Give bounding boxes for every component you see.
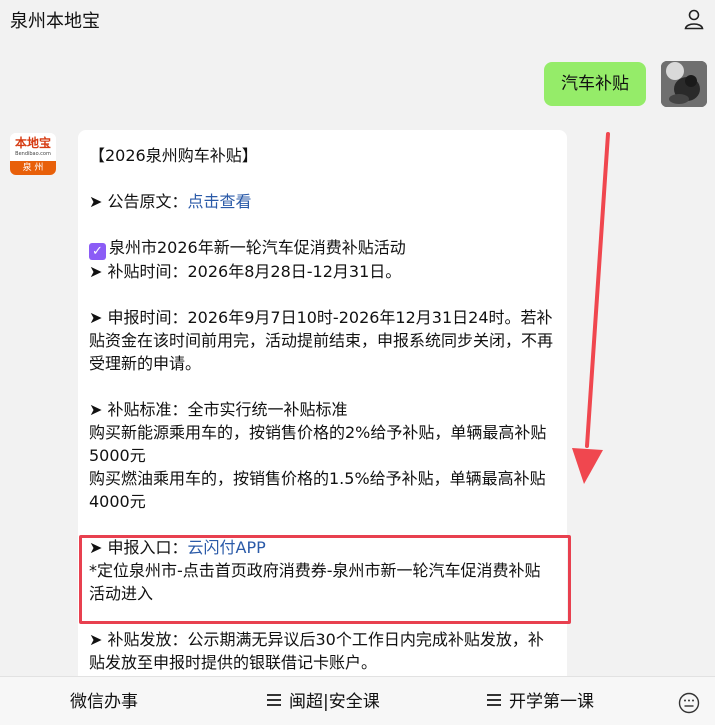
checkbox-icon: ✓ [89, 243, 106, 260]
bot-logo: 本地宝 Bendibao.com [10, 133, 56, 161]
nev-subsidy-text: 购买新能源乘用车的，按销售价格的2%给予补贴，单辆最高补贴5000元 [89, 423, 547, 465]
keyboard-icon[interactable] [678, 692, 700, 714]
view-announcement-link[interactable]: 点击查看 [188, 192, 252, 211]
subsidy-time-line: ➤ 补贴时间：2026年8月28日-12月31日。 [89, 262, 402, 281]
top-bar: 泉州本地宝 [0, 0, 715, 40]
menu-list-icon [267, 693, 281, 706]
menu-first-lesson[interactable]: 开学第一课 [487, 687, 594, 712]
message-heading: 【2026泉州购车补贴】 [89, 146, 258, 165]
bot-avatar[interactable]: 本地宝 Bendibao.com 泉 州 [10, 133, 56, 175]
bot-logo-city: 泉 州 [10, 161, 56, 175]
application-time-text: ➤ 申报时间：2026年9月7日10时-2026年12月31日24时。若补贴资金… [89, 308, 554, 373]
unionpay-app-link[interactable]: 云闪付APP [188, 538, 266, 557]
fuel-subsidy-text: 购买燃油乘用车的，按销售价格的1.5%给予补贴，单辆最高补贴4000元 [89, 469, 546, 511]
menu-wechat-service[interactable]: 微信办事 [70, 687, 138, 712]
user-message-bubble: 汽车补贴 [544, 62, 646, 106]
menu-safety-course[interactable]: 闽超|安全课 [267, 687, 380, 712]
application-entry-line: ➤ 申报入口：云闪付APP [89, 538, 266, 557]
bot-message-bubble: 【2026泉州购车补贴】 ➤ 公告原文：点击查看 ✓ 泉州市2026年新一轮汽车促… [78, 130, 567, 690]
activity-title-line: ✓ 泉州市2026年新一轮汽车促消费补贴活动 [89, 236, 555, 260]
red-arrow-annotation [572, 132, 610, 484]
user-avatar[interactable] [661, 61, 707, 107]
announcement-line: ➤ 公告原文：点击查看 [89, 192, 252, 211]
bottom-menu-bar: 微信办事 闽超|安全课 开学第一课 [0, 676, 715, 725]
user-icon[interactable] [683, 8, 705, 30]
entry-instructions-text: *定位泉州市-点击首页政府消费券-泉州市新一轮汽车促消费补贴活动进入 [89, 561, 541, 603]
account-title: 泉州本地宝 [10, 11, 100, 32]
subsidy-payout-text: ➤ 补贴发放：公示期满无异议后30个工作日内完成补贴发放，补贴发放至申报时提供的… [89, 630, 544, 672]
menu-list-icon [487, 693, 501, 706]
subsidy-standard-line: ➤ 补贴标准：全市实行统一补贴标准 [89, 400, 348, 419]
